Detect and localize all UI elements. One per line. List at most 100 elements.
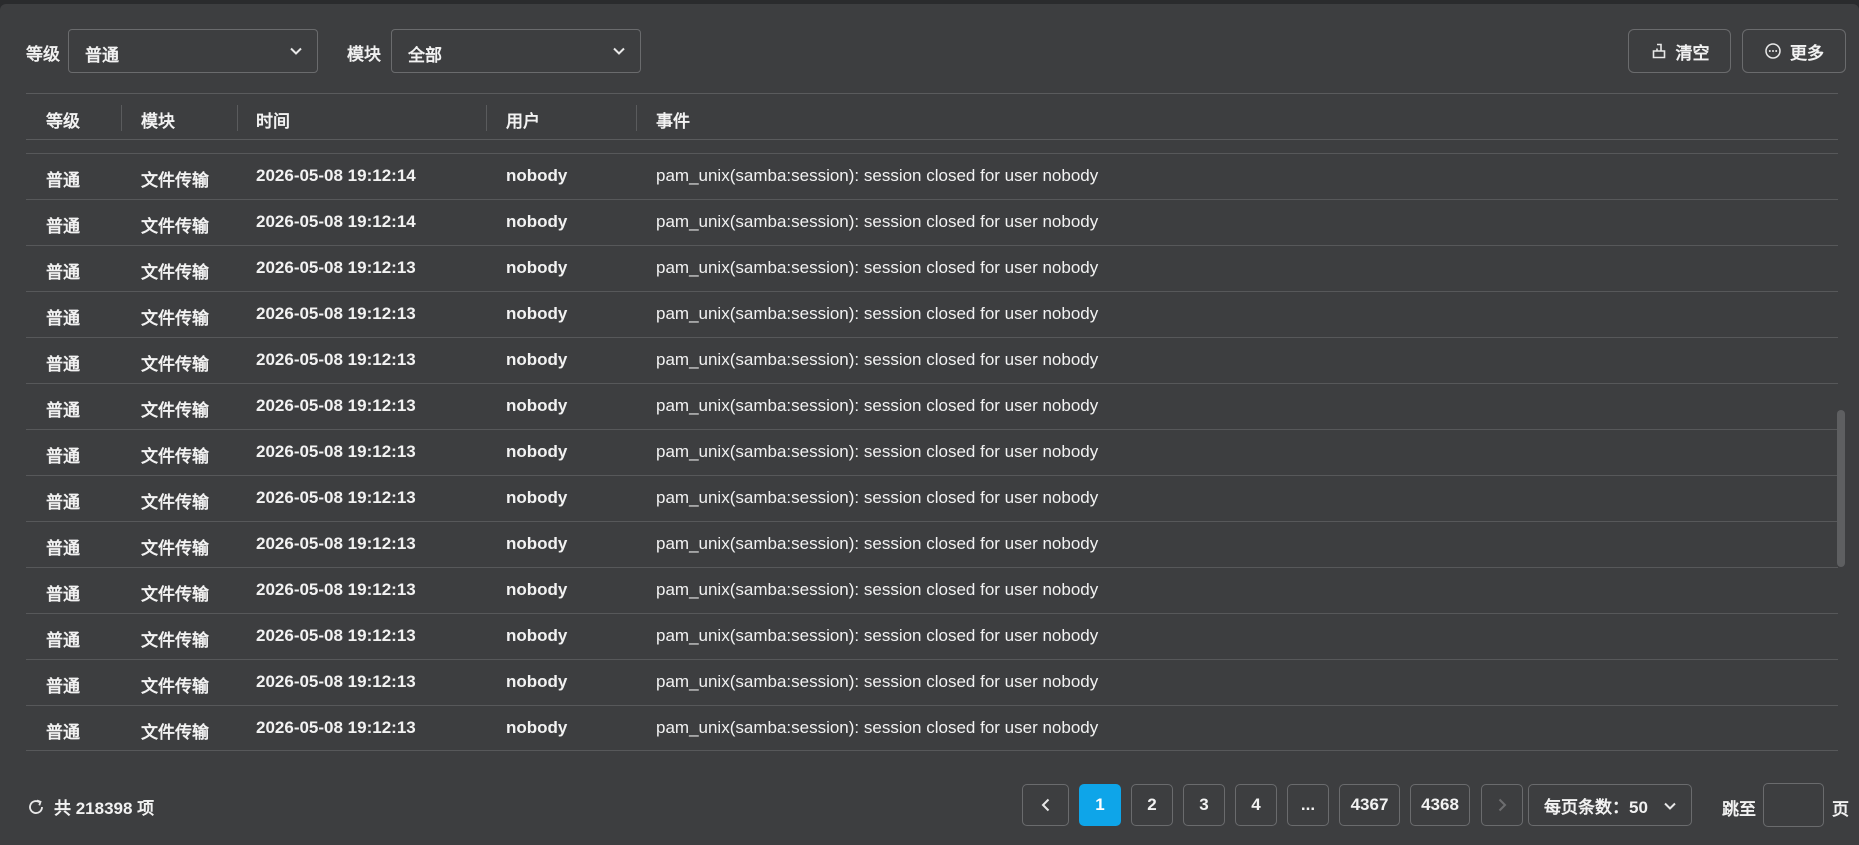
cell-level: 普通 xyxy=(46,723,80,742)
total-count: 共 218398 项 xyxy=(26,794,154,819)
column-header-module[interactable]: 模块 xyxy=(141,107,175,132)
page-button-4[interactable]: 4 xyxy=(1235,784,1277,826)
cell-event: pam_unix(samba:session): session closed … xyxy=(656,488,1099,507)
refresh-icon[interactable] xyxy=(26,797,46,817)
cell-time: 2026-05-08 19:12:13 xyxy=(256,626,416,645)
cell-user: nobody xyxy=(506,304,568,323)
table-header-divider xyxy=(26,139,1838,140)
level-select[interactable]: 普通 xyxy=(68,29,318,73)
page-button-3[interactable]: 3 xyxy=(1183,784,1225,826)
broom-icon xyxy=(1652,43,1665,59)
table-row[interactable]: 普通 文件传输 2026-05-08 19:12:13 nobody pam_unix(… xyxy=(26,475,1838,521)
table-body[interactable]: 普通 文件传输 2026-05-08 19:12:14 nobody pam_unix(… xyxy=(26,153,1838,751)
column-divider xyxy=(237,105,238,131)
cell-level: 普通 xyxy=(46,631,80,650)
cell-user: nobody xyxy=(506,442,568,461)
cell-time: 2026-05-08 19:12:13 xyxy=(256,350,416,369)
page-button-1[interactable]: 1 xyxy=(1079,784,1121,826)
page-ellipsis-button[interactable]: ... xyxy=(1287,784,1329,826)
page-button-4368[interactable]: 4368 xyxy=(1410,784,1470,826)
cell-module: 文件传输 xyxy=(141,493,209,512)
cell-time: 2026-05-08 19:12:13 xyxy=(256,488,416,507)
page-button-2[interactable]: 2 xyxy=(1131,784,1173,826)
cell-event: pam_unix(samba:session): session closed … xyxy=(656,534,1099,553)
cell-module: 文件传输 xyxy=(141,447,209,466)
cell-level: 普通 xyxy=(46,539,80,558)
cell-time: 2026-05-08 19:12:13 xyxy=(256,718,416,737)
page-size-label: 每页条数：50 xyxy=(1544,797,1648,817)
cell-time: 2026-05-08 19:12:13 xyxy=(256,672,416,691)
page-size-select[interactable]: 每页条数：50 xyxy=(1528,784,1692,826)
cell-level: 普通 xyxy=(46,447,80,466)
cell-time: 2026-05-08 19:12:13 xyxy=(256,580,416,599)
cell-level: 普通 xyxy=(46,401,80,420)
cell-user: nobody xyxy=(506,580,568,599)
cell-event: pam_unix(samba:session): session closed … xyxy=(656,396,1099,415)
table-row[interactable]: 普通 文件传输 2026-05-08 19:12:14 nobody pam_unix(… xyxy=(26,153,1838,199)
cell-module: 文件传输 xyxy=(141,585,209,604)
table-row[interactable]: 普通 文件传输 2026-05-08 19:12:13 nobody pam_unix(… xyxy=(26,659,1838,705)
column-divider xyxy=(486,105,487,131)
chevron-left-icon xyxy=(1041,798,1049,812)
more-button-label: 更多 xyxy=(1790,43,1824,63)
cell-user: nobody xyxy=(506,718,568,737)
cell-level: 普通 xyxy=(46,493,80,512)
table-row[interactable]: 普通 文件传输 2026-05-08 19:12:13 nobody pam_unix(… xyxy=(26,613,1838,659)
column-divider xyxy=(121,105,122,131)
cell-level: 普通 xyxy=(46,263,80,282)
cell-level: 普通 xyxy=(46,171,80,190)
log-panel: 等级 普通 模块 全部 清空 更多 等级 模块 时间 用户 事件 普通 文件传输… xyxy=(0,4,1859,845)
clear-button[interactable]: 清空 xyxy=(1628,29,1731,73)
cell-event: pam_unix(samba:session): session closed … xyxy=(656,672,1099,691)
cell-time: 2026-05-08 19:12:13 xyxy=(256,534,416,553)
table-row[interactable]: 普通 文件传输 2026-05-08 19:12:13 nobody pam_unix(… xyxy=(26,383,1838,429)
chevron-down-icon xyxy=(290,47,302,55)
goto-page-input[interactable] xyxy=(1763,783,1824,827)
module-select[interactable]: 全部 xyxy=(391,29,641,73)
cell-user: nobody xyxy=(506,488,568,507)
column-header-user[interactable]: 用户 xyxy=(506,107,540,132)
cell-user: nobody xyxy=(506,166,568,185)
more-circle-icon xyxy=(1765,43,1781,59)
cell-user: nobody xyxy=(506,350,568,369)
table-row[interactable]: 普通 文件传输 2026-05-08 19:12:13 nobody pam_unix(… xyxy=(26,429,1838,475)
table-row[interactable]: 普通 文件传输 2026-05-08 19:12:14 nobody pam_unix(… xyxy=(26,199,1838,245)
level-filter-label: 等级 xyxy=(26,45,60,64)
chevron-right-icon xyxy=(1498,798,1507,812)
table-row[interactable]: 普通 文件传输 2026-05-08 19:12:13 nobody pam_unix(… xyxy=(26,567,1838,613)
prev-page-button[interactable] xyxy=(1022,784,1069,826)
table-row[interactable]: 普通 文件传输 2026-05-08 19:12:13 nobody pam_unix(… xyxy=(26,705,1838,751)
cell-module: 文件传输 xyxy=(141,677,209,696)
module-select-value: 全部 xyxy=(408,46,442,65)
column-header-level[interactable]: 等级 xyxy=(46,107,80,132)
table-row[interactable]: 普通 文件传输 2026-05-08 19:12:13 nobody pam_unix(… xyxy=(26,245,1838,291)
more-button[interactable]: 更多 xyxy=(1742,29,1846,73)
cell-event: pam_unix(samba:session): session closed … xyxy=(656,626,1099,645)
total-count-text: 共 218398 项 xyxy=(54,799,155,818)
cell-module: 文件传输 xyxy=(141,309,209,328)
table-row[interactable]: 普通 文件传输 2026-05-08 19:12:13 nobody pam_unix(… xyxy=(26,337,1838,383)
cell-module: 文件传输 xyxy=(141,539,209,558)
cell-level: 普通 xyxy=(46,217,80,236)
table-row[interactable]: 普通 文件传输 2026-05-08 19:12:13 nobody pam_unix(… xyxy=(26,521,1838,567)
table-row[interactable]: 普通 文件传输 2026-05-08 19:12:13 nobody pam_unix(… xyxy=(26,291,1838,337)
page-button-4367[interactable]: 4367 xyxy=(1339,784,1400,826)
cell-event: pam_unix(samba:session): session closed … xyxy=(656,350,1099,369)
cell-time: 2026-05-08 19:12:14 xyxy=(256,166,416,185)
column-header-event[interactable]: 事件 xyxy=(656,107,690,132)
cell-event: pam_unix(samba:session): session closed … xyxy=(656,718,1099,737)
next-page-button[interactable] xyxy=(1481,784,1523,826)
cell-time: 2026-05-08 19:12:13 xyxy=(256,258,416,277)
level-select-value: 普通 xyxy=(85,46,119,65)
cell-level: 普通 xyxy=(46,677,80,696)
table-scrollbar[interactable] xyxy=(1837,410,1845,567)
cell-user: nobody xyxy=(506,672,568,691)
cell-module: 文件传输 xyxy=(141,171,209,190)
chevron-down-icon xyxy=(1664,802,1676,810)
cell-time: 2026-05-08 19:12:13 xyxy=(256,304,416,323)
cell-user: nobody xyxy=(506,212,568,231)
cell-module: 文件传输 xyxy=(141,263,209,282)
column-header-time[interactable]: 时间 xyxy=(256,107,290,132)
cell-level: 普通 xyxy=(46,309,80,328)
cell-user: nobody xyxy=(506,626,568,645)
